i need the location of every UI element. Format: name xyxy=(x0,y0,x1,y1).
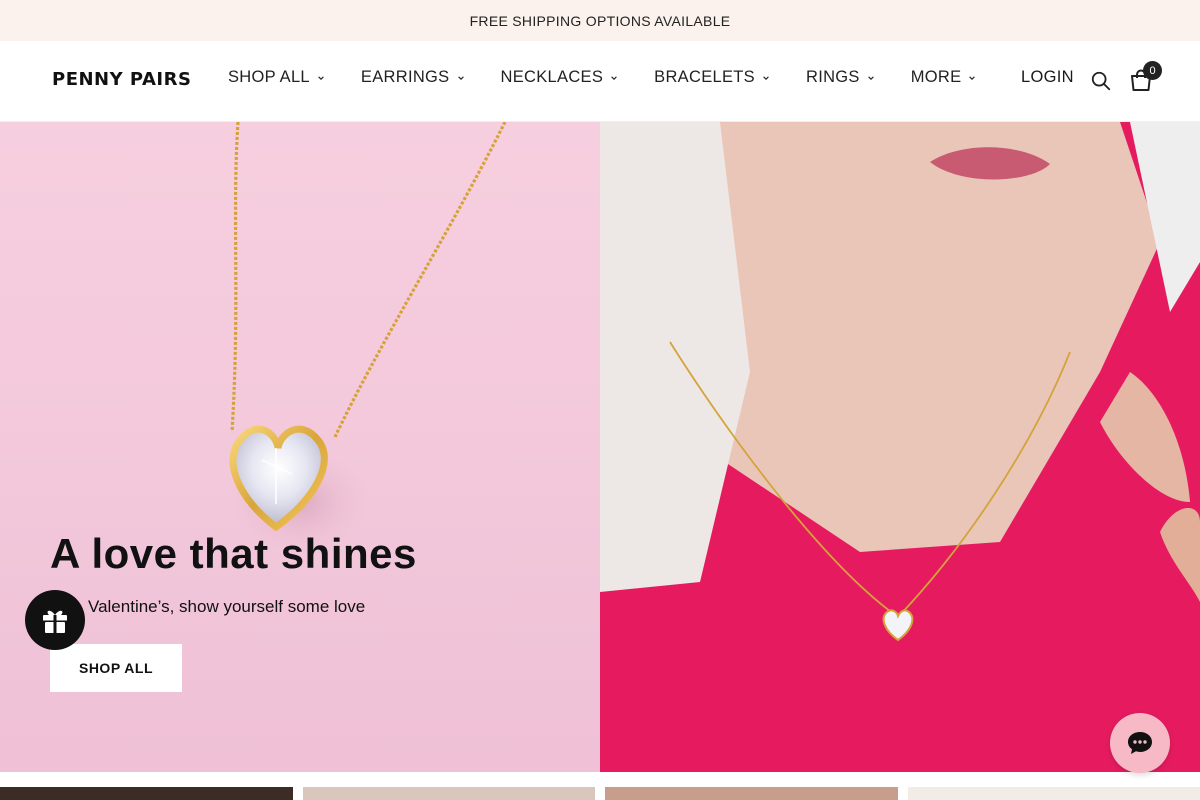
product-tiles-row xyxy=(0,787,1200,800)
nav-earrings[interactable]: EARRINGS xyxy=(361,68,465,87)
nav-label: MORE xyxy=(910,68,962,86)
rewards-button[interactable] xyxy=(25,590,85,650)
chevron-down-icon xyxy=(969,75,976,80)
nav-bracelets[interactable]: BRACELETS xyxy=(654,68,770,87)
nav-shop-all[interactable]: SHOP ALL xyxy=(228,68,325,87)
chevron-down-icon xyxy=(318,75,324,80)
login-link[interactable]: LOGIN xyxy=(1021,68,1074,87)
product-tile[interactable] xyxy=(605,787,898,800)
product-tile[interactable] xyxy=(0,787,293,800)
chevron-down-icon xyxy=(763,75,769,80)
hero-subtitle: Valentine’s, show yourself some love xyxy=(88,597,366,616)
product-tile[interactable] xyxy=(908,787,1200,800)
chevron-down-icon xyxy=(867,75,874,80)
main-nav: SHOP ALL EARRINGS NECKLACES BRACELETS RI… xyxy=(228,68,1012,87)
site-header: PENNY PAIRS SHOP ALL EARRINGS NECKLACES … xyxy=(0,41,1200,122)
hero-banner: A love that shines Valentine’s, show you… xyxy=(0,122,1200,772)
search-icon[interactable] xyxy=(1090,70,1112,92)
gift-icon xyxy=(43,610,67,633)
cart-count-badge: 0 xyxy=(1143,61,1162,80)
nav-label: EARRINGS xyxy=(360,68,450,86)
chevron-down-icon xyxy=(611,75,617,80)
nav-label: BRACELETS xyxy=(654,68,755,86)
chevron-down-icon xyxy=(457,75,464,80)
nav-more[interactable]: MORE xyxy=(911,68,977,87)
nav-label: NECKLACES xyxy=(500,68,604,86)
nav-rings[interactable]: RINGS xyxy=(806,68,875,87)
nav-label: RINGS xyxy=(805,68,860,86)
product-tile[interactable] xyxy=(303,787,595,800)
chat-button[interactable] xyxy=(1110,713,1170,773)
announcement-text: FREE SHIPPING OPTIONS AVAILABLE xyxy=(469,12,731,29)
hero-title: A love that shines xyxy=(50,530,417,577)
announcement-bar: FREE SHIPPING OPTIONS AVAILABLE xyxy=(0,0,1200,41)
shop-all-button[interactable]: SHOP ALL xyxy=(50,644,182,692)
chat-icon xyxy=(1128,732,1152,754)
nav-label: SHOP ALL xyxy=(228,68,310,86)
nav-necklaces[interactable]: NECKLACES xyxy=(501,68,619,87)
model-necklace-image xyxy=(600,122,1200,772)
hero-image-right xyxy=(600,122,1200,772)
logo[interactable]: PENNY PAIRS xyxy=(52,69,191,90)
